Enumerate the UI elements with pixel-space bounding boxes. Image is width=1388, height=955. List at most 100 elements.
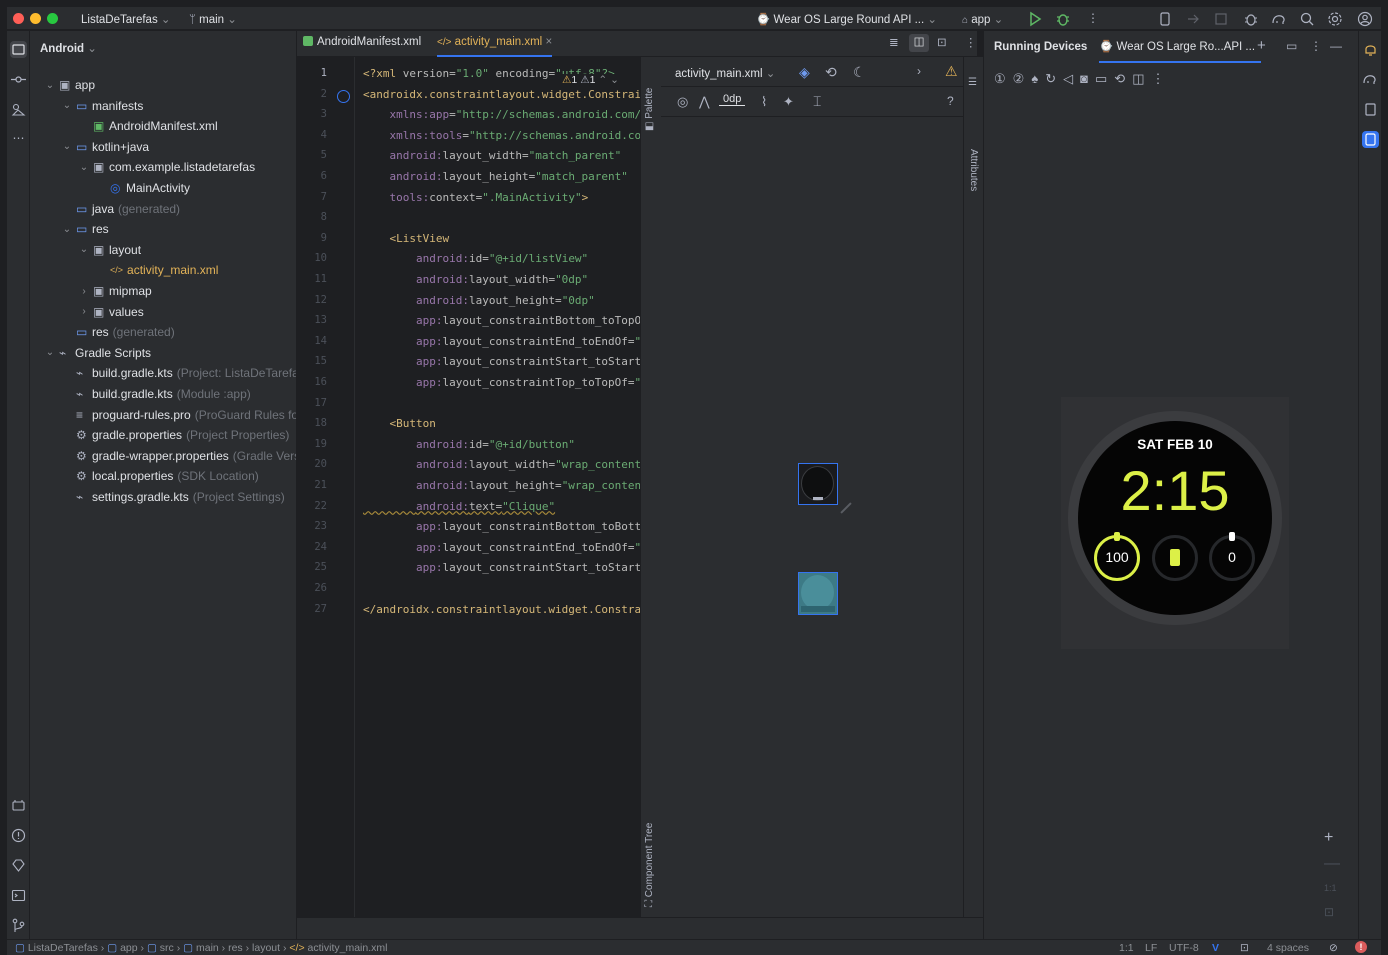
panel-options-icon[interactable]: ⋮ (1310, 39, 1322, 53)
orientation-icon[interactable]: ⟲ (825, 64, 837, 81)
editor-horizontal-scrollbar[interactable] (297, 917, 983, 939)
resize-handle-icon[interactable] (840, 502, 852, 514)
tree-item[interactable]: ⌁ build.gradle.kts (Project: ListaDeTarefa… (61, 363, 296, 383)
tree-item[interactable]: ⌁ settings.gradle.kts (Project Settings) (61, 487, 285, 507)
default-margin-selector[interactable]: 0dp (719, 93, 746, 106)
tree-item[interactable]: ⌄ ▭ res (61, 219, 109, 239)
readonly-toggle-icon[interactable]: ⊡ (1240, 942, 1249, 954)
breadcrumb-item[interactable]: res (228, 942, 243, 954)
tree-item[interactable]: ≡ proguard-rules.pro(ProGuard Rules for "… (61, 405, 296, 425)
line-separator[interactable]: LF (1145, 942, 1157, 954)
commit-icon[interactable] (10, 71, 27, 88)
blueprint-preview[interactable] (798, 572, 838, 615)
more-actions-icon[interactable]: ⋮ (1087, 11, 1103, 27)
zoom-window-button[interactable] (47, 13, 58, 24)
error-indicator-icon[interactable]: ! (1355, 941, 1367, 953)
search-icon[interactable] (1299, 11, 1315, 27)
clear-constraints-icon[interactable]: ⌇ (761, 94, 767, 110)
attributes-icon[interactable]: ☰ (968, 77, 977, 88)
running-devices-icon[interactable] (1362, 131, 1379, 148)
design-blueprint-icon[interactable]: ◈ (799, 64, 810, 81)
device-file-icon[interactable] (1362, 101, 1379, 118)
tree-item[interactable]: ⌄ ⌁ Gradle Scripts (44, 343, 151, 363)
snapshot-icon[interactable]: ⟲ (1114, 71, 1132, 86)
add-device-icon[interactable]: + (1257, 37, 1266, 54)
heart-rate-complication[interactable]: 0 (1209, 532, 1255, 581)
fit-screen-icon[interactable]: ⊡ (1324, 905, 1334, 919)
app-quality-icon[interactable] (10, 857, 27, 874)
tab-running-device[interactable]: ⌚ Wear OS Large Ro...API ... (1099, 39, 1262, 63)
tree-item[interactable]: ▭ res (generated) (61, 322, 175, 342)
palm-icon[interactable]: ♠ (1031, 71, 1045, 86)
mirror-icon[interactable]: ◫ (1132, 71, 1151, 86)
layout-warning-icon[interactable]: ⚠ (945, 63, 958, 80)
screen-record-icon[interactable]: ▭ (1095, 71, 1114, 86)
close-tab-icon[interactable]: × (545, 36, 552, 48)
breadcrumb-item[interactable]: main (196, 942, 219, 954)
code-view-icon[interactable]: ≣ (889, 35, 899, 49)
layout-file-selector[interactable]: activity_main.xml ⌄ (675, 66, 775, 80)
chevron-down-icon[interactable]: ⌄ (44, 80, 56, 91)
tree-item[interactable]: ⚙ local.properties (SDK Location) (61, 466, 259, 486)
tree-item[interactable]: </> activity_main.xml (95, 260, 218, 280)
design-view-icon[interactable]: ⊡ (937, 35, 947, 49)
tab-android-manifest[interactable]: AndroidManifest.xml (303, 36, 421, 48)
chevron-down-icon[interactable]: ⌄ (61, 224, 73, 235)
code-editor[interactable]: <?xml version="1.0" encoding="utf-8"?><a… (355, 57, 640, 917)
rotate-icon[interactable]: ↻ (1045, 71, 1063, 86)
inspection-widget[interactable]: ⚠1 ⚠1 ⌃ ⌄ (559, 74, 622, 86)
zoom-in-button[interactable]: + (1324, 829, 1333, 847)
terminal-icon[interactable] (10, 887, 27, 904)
chevron-down-icon[interactable]: ⌄ (78, 162, 90, 173)
tree-item[interactable]: › ▣ mipmap (78, 281, 151, 301)
tree-item[interactable]: ⚙ gradle-wrapper.properties(Gradle Versio… (61, 446, 296, 466)
file-encoding[interactable]: UTF-8 (1169, 942, 1199, 954)
notifications-icon[interactable] (1362, 41, 1379, 58)
indent-setting[interactable]: 4 spaces (1267, 942, 1309, 954)
breadcrumb-item[interactable]: activity_main.xml (308, 942, 388, 954)
close-window-button[interactable] (13, 13, 24, 24)
button-two-icon[interactable]: ② (1013, 71, 1032, 86)
run-icon[interactable] (1027, 11, 1043, 27)
tree-item[interactable]: ◎ MainActivity (95, 178, 190, 198)
screenshot-icon[interactable]: ◙ (1080, 71, 1095, 86)
kotlin-icon[interactable]: V (1212, 942, 1219, 954)
debug-icon[interactable] (1055, 11, 1071, 27)
branch-switcher[interactable]: ᛘ main ⌄ (189, 12, 237, 26)
breadcrumb-item[interactable]: app (120, 942, 138, 954)
night-mode-icon[interactable]: ☾ (853, 64, 866, 81)
tree-item[interactable]: ⌄ ▣ app (44, 75, 95, 95)
run-config-selector[interactable]: ⌂ app ⌄ (962, 12, 1003, 26)
guidelines-icon[interactable]: ⌶ (813, 93, 821, 110)
tree-item[interactable]: ⌁ build.gradle.kts (Module :app) (61, 384, 251, 404)
minimize-window-button[interactable] (30, 13, 41, 24)
project-view-mode-selector[interactable]: Android ⌄ (40, 41, 97, 55)
tree-item[interactable]: ▭ java (generated) (61, 199, 180, 219)
settings-gear-icon[interactable] (1327, 11, 1343, 27)
device-controls-toolbar[interactable]: ①②♠↻◁◙▭⟲◫⋮ (994, 71, 1214, 91)
device-manager-icon[interactable] (1157, 11, 1173, 27)
tree-item[interactable]: ⌄ ▭ manifests (61, 96, 144, 116)
tab-activity-main[interactable]: </> activity_main.xml × (437, 36, 553, 57)
actual-size-button[interactable]: 1:1 (1324, 883, 1337, 893)
split-view-icon[interactable]: ◫ (909, 34, 929, 52)
component-tree-toggle[interactable]: ⛶ Component Tree (644, 823, 655, 907)
tree-item[interactable]: ⌄ ▣ layout (78, 240, 141, 260)
resource-manager-icon[interactable] (10, 101, 27, 118)
view-options-icon[interactable]: ◎ (677, 94, 688, 110)
apply-changes-icon[interactable] (1185, 11, 1201, 27)
chevron-right-icon[interactable]: › (78, 286, 90, 297)
gradle-elephant-icon[interactable] (1271, 11, 1287, 27)
version-control-icon[interactable] (10, 917, 27, 934)
device-selector[interactable]: ⌚ Wear OS Large Round API ... ⌄ (756, 12, 937, 26)
lock-icon[interactable]: ⊘ (1329, 942, 1338, 954)
gradle-tool-icon[interactable] (1362, 71, 1379, 88)
tree-item[interactable]: ⌄ ▭ kotlin+java (61, 137, 149, 157)
window-layout-icon[interactable]: ▭ (1286, 39, 1297, 53)
editor-more-icon[interactable]: ⋮ (965, 35, 977, 49)
problems-icon[interactable] (10, 827, 27, 844)
chevron-down-icon[interactable]: ⌄ (61, 141, 73, 152)
device-explorer-icon[interactable] (10, 797, 27, 814)
class-gutter-icon[interactable] (337, 90, 350, 103)
tree-item[interactable]: ⚙ gradle.properties (Project Properties) (61, 425, 289, 445)
